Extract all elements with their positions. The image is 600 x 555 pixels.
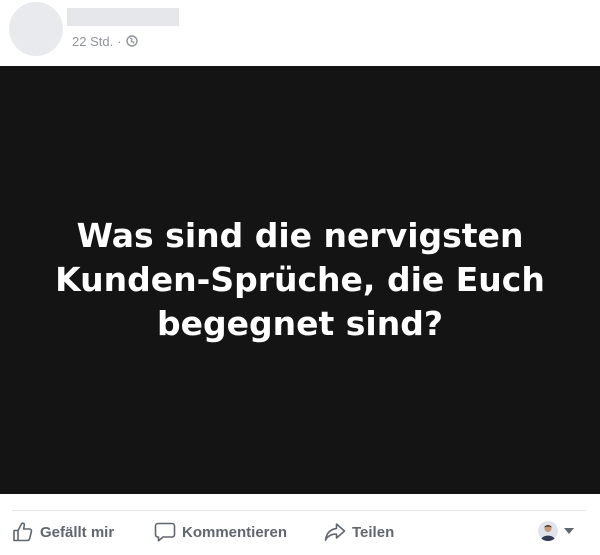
post-header: 22 Std. · <box>0 0 600 66</box>
post-as-selector[interactable] <box>538 521 574 541</box>
share-button[interactable]: Teilen <box>324 520 394 544</box>
post-meta: 22 Std. · <box>72 32 138 50</box>
post-image-text: Was sind die nervigsten Kunden-Sprüche, … <box>55 216 545 343</box>
comment-button[interactable]: Kommentieren <box>154 520 287 544</box>
thumbs-up-icon <box>12 521 34 543</box>
post-timestamp[interactable]: 22 Std. <box>72 34 113 49</box>
share-arrow-icon <box>324 521 346 543</box>
author-name-redacted[interactable] <box>67 8 179 26</box>
comment-label: Kommentieren <box>182 523 288 541</box>
author-avatar[interactable] <box>9 2 63 56</box>
chevron-down-icon <box>564 528 574 534</box>
globe-icon[interactable] <box>125 35 138 47</box>
like-label: Gefällt mir <box>40 523 115 541</box>
share-label: Teilen <box>352 523 395 541</box>
facebook-post: 22 Std. · Was sind die nervigsten Kunden… <box>0 0 600 555</box>
divider <box>12 510 586 511</box>
meta-separator: · <box>117 33 122 49</box>
speech-bubble-icon <box>154 521 176 543</box>
post-actions: Gefällt mir Kommentieren Teilen <box>0 512 600 552</box>
current-user-avatar <box>538 521 558 541</box>
like-button[interactable]: Gefällt mir <box>12 520 114 544</box>
post-image[interactable]: Was sind die nervigsten Kunden-Sprüche, … <box>0 66 600 494</box>
